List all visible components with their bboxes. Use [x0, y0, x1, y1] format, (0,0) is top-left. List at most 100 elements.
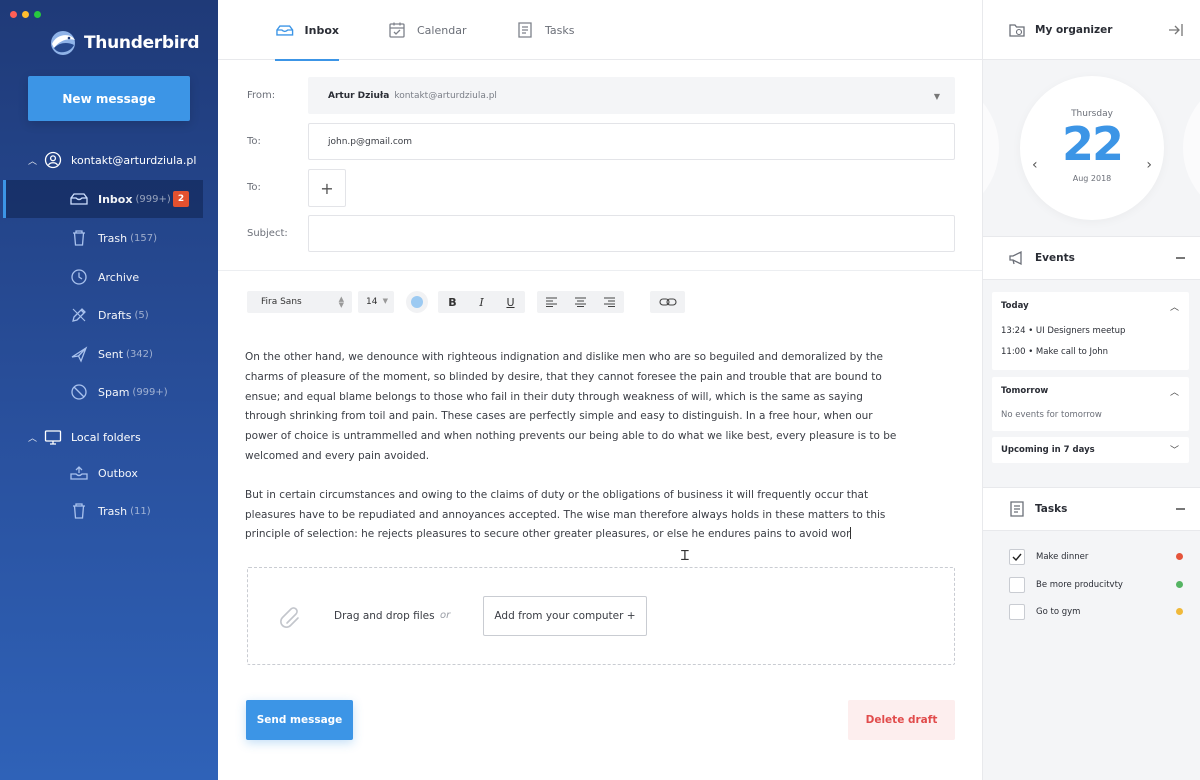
collapse-panel-icon[interactable] [1167, 21, 1185, 39]
tab-inbox[interactable]: Inbox [275, 0, 339, 61]
priority-dot [1176, 608, 1183, 615]
calendar-month: Aug 2018 [1072, 174, 1112, 183]
task-checkbox[interactable] [1009, 576, 1025, 593]
folder-count: (999+) [135, 193, 171, 205]
italic-button[interactable]: I [467, 291, 496, 313]
events-title: Events [1035, 252, 1075, 264]
folder-archive[interactable]: Archive [0, 258, 218, 296]
format-toolbar: Fira Sans ▲ ▼ 14 ▼ B I U [218, 291, 982, 315]
font-size-select[interactable]: 14 ▼ [358, 291, 394, 313]
task-item[interactable]: Make dinner [1009, 548, 1189, 565]
event-item[interactable]: 13:24 • UI Designers meetup [1001, 326, 1125, 336]
chevron-up-icon[interactable]: ︿ [1170, 385, 1179, 398]
maximize-window-button[interactable] [34, 11, 41, 18]
from-label: From: [247, 90, 276, 101]
delete-draft-button[interactable]: Delete draft [848, 700, 955, 740]
link-icon [658, 298, 677, 306]
tab-bar: Inbox Calendar Tasks [218, 0, 982, 61]
local-folders-label: Local folders [71, 430, 141, 444]
task-name: Go to gym [1036, 606, 1081, 617]
tasks-header[interactable]: Tasks [983, 487, 1200, 531]
events-header[interactable]: Events [983, 236, 1200, 280]
to2-label: To: [247, 182, 261, 193]
minus-icon[interactable] [1176, 257, 1185, 259]
folder-count: (5) [134, 309, 149, 321]
paperclip-icon [280, 607, 299, 628]
folder-name: Trash [98, 231, 128, 245]
text-color-picker[interactable] [406, 291, 428, 313]
folder-name: Archive [98, 270, 140, 284]
bold-button[interactable]: B [438, 291, 467, 313]
folder-outbox[interactable]: Outbox [0, 454, 218, 492]
event-name: Make call to John [1035, 347, 1109, 357]
tab-tasks[interactable]: Tasks [515, 0, 574, 60]
tasks-icon [1010, 501, 1024, 517]
thunderbird-logo-icon [51, 31, 75, 55]
calendar-widget: Thursday 22 Aug 2018 ‹ › [983, 60, 1200, 236]
folder-sent[interactable]: Sent (342) [0, 335, 218, 373]
local-folders-row[interactable]: ︿ Local folders [0, 427, 218, 447]
font-family-select[interactable]: Fira Sans ▲ ▼ [247, 291, 352, 313]
unread-badge: 2 [173, 191, 189, 207]
add-from-computer-button[interactable]: Add from your computer + [483, 596, 647, 636]
task-checkbox-checked[interactable] [1009, 548, 1025, 565]
new-message-button[interactable]: New message [28, 76, 190, 121]
tab-label: Calendar [417, 23, 467, 37]
add-recipient-button[interactable]: + [308, 169, 346, 207]
today-events-card: Today ︿ 13:24 • UI Designers meetup 11:0… [992, 292, 1189, 370]
to-input[interactable]: john.p@gmail.com [308, 123, 955, 160]
plus-icon: + [320, 178, 334, 198]
task-item[interactable]: Be more producitvty [1009, 576, 1189, 593]
folder-name: Drafts [98, 308, 132, 322]
folder-drafts[interactable]: Drafts (5) [0, 296, 218, 334]
insert-link-button[interactable] [650, 291, 685, 313]
organizer-panel: My organizer Thursday 22 Aug 2018 ‹ › Ev… [982, 0, 1200, 780]
chevron-left-icon[interactable]: ‹ [1032, 157, 1038, 173]
calendar-date-card: Thursday 22 Aug 2018 ‹ › [1020, 76, 1164, 220]
align-right-icon [604, 297, 615, 307]
folder-inbox[interactable]: Inbox (999+) 2 [3, 180, 203, 218]
tab-calendar[interactable]: Calendar [387, 0, 466, 60]
organizer-icon [1009, 23, 1025, 37]
chevron-down-icon[interactable]: ﹀ [1170, 443, 1179, 456]
align-center-button[interactable] [566, 291, 595, 313]
folder-trash[interactable]: Trash (157) [0, 219, 218, 257]
chevron-up-icon[interactable]: ︿ [28, 431, 38, 444]
subject-input[interactable] [308, 215, 955, 252]
minimize-window-button[interactable] [22, 11, 29, 18]
folder-local-trash[interactable]: Trash (11) [0, 492, 218, 530]
task-item[interactable]: Go to gym [1009, 603, 1189, 620]
account-email: kontakt@arturdziula.pl [71, 153, 197, 167]
align-left-button[interactable] [537, 291, 566, 313]
priority-dot [1176, 553, 1183, 560]
folder-spam[interactable]: Spam (999+) [0, 373, 218, 411]
tomorrow-events-card: Tomorrow ︿ No events for tomorrow [992, 377, 1189, 431]
underline-button[interactable]: U [496, 291, 525, 313]
tomorrow-label: Tomorrow [1001, 386, 1049, 396]
user-circle-icon [44, 151, 62, 169]
task-checkbox[interactable] [1009, 603, 1025, 620]
calendar-prev-ghost [983, 76, 999, 220]
chevron-right-icon[interactable]: › [1146, 157, 1152, 173]
folder-count: (999+) [132, 386, 168, 398]
paper-plane-icon [69, 345, 89, 363]
megaphone-icon [1009, 250, 1022, 266]
chevron-down-icon: ▼ [382, 297, 388, 305]
align-right-button[interactable] [595, 291, 624, 313]
upcoming-events-card[interactable]: Upcoming in 7 days ﹀ [992, 437, 1189, 463]
from-select[interactable]: Artur Dziuła kontakt@arturdziula.pl ▼ [308, 77, 955, 114]
minus-icon[interactable] [1176, 508, 1185, 510]
body-paragraph-text: But in certain circumstances and owing t… [245, 488, 886, 541]
attachment-dropzone[interactable]: Drag and drop files or Add from your com… [247, 567, 955, 665]
account-row[interactable]: ︿ kontakt@arturdziula.pl [0, 150, 218, 170]
message-body[interactable]: On the other hand, we denounce with righ… [245, 348, 905, 564]
send-message-button[interactable]: Send message [246, 700, 353, 740]
dropdown-caret-icon: ▼ [933, 92, 940, 101]
chevron-up-icon[interactable]: ︿ [28, 154, 38, 167]
chevron-up-icon[interactable]: ︿ [1170, 300, 1179, 313]
event-item[interactable]: 11:00 • Make call to John [1001, 347, 1108, 357]
folder-count: (157) [130, 232, 157, 244]
close-window-button[interactable] [10, 11, 17, 18]
text-cursor [850, 527, 852, 540]
folder-name: Spam [98, 385, 130, 399]
